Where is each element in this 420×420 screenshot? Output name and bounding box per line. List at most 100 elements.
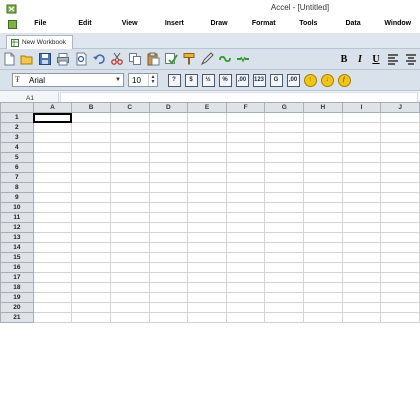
row-header-17[interactable]: 17 (0, 272, 34, 283)
cell-a3[interactable] (32, 132, 73, 143)
cell-h18[interactable] (303, 282, 343, 293)
cell-g7[interactable] (264, 172, 305, 183)
fraction-button[interactable]: ½ (200, 72, 216, 88)
cell-a5[interactable] (32, 152, 73, 163)
cell-b4[interactable] (71, 142, 111, 153)
cell-f12[interactable] (225, 222, 266, 233)
row-header-12[interactable]: 12 (0, 222, 34, 233)
row-header-11[interactable]: 11 (0, 212, 34, 223)
cell-h12[interactable] (303, 222, 343, 233)
cell-h9[interactable] (303, 192, 343, 203)
cell-a20[interactable] (32, 302, 73, 313)
cell-g21[interactable] (264, 312, 305, 323)
cell-f15[interactable] (225, 252, 266, 263)
row-header-5[interactable]: 5 (0, 152, 34, 163)
menu-view[interactable]: View (107, 20, 152, 27)
cell-g12[interactable] (264, 222, 305, 233)
general-button[interactable]: G (268, 72, 284, 88)
cell-d14[interactable] (148, 242, 189, 253)
cell-j3[interactable] (380, 132, 420, 143)
cell-i1[interactable] (341, 112, 382, 123)
cell-i15[interactable] (341, 252, 382, 263)
row-header-14[interactable]: 14 (0, 242, 34, 253)
cell-a17[interactable] (32, 272, 73, 283)
cell-c13[interactable] (109, 232, 150, 243)
menu-file[interactable]: File (18, 20, 63, 27)
align-left-button[interactable] (384, 51, 401, 67)
cell-b14[interactable] (71, 242, 111, 253)
cell-i8[interactable] (341, 182, 382, 193)
cell-j16[interactable] (380, 262, 420, 273)
cell-a6[interactable] (32, 162, 73, 173)
cut-button[interactable] (108, 51, 125, 67)
cell-j14[interactable] (380, 242, 420, 253)
cell-f21[interactable] (225, 312, 266, 323)
cell-f17[interactable] (225, 272, 266, 283)
cell-d5[interactable] (148, 152, 189, 163)
column-header-a[interactable]: A (32, 102, 73, 113)
cell-d1[interactable] (148, 112, 189, 123)
cell-e2[interactable] (187, 122, 227, 133)
cell-a12[interactable] (32, 222, 73, 233)
menu-edit[interactable]: Edit (63, 20, 108, 27)
cell-i3[interactable] (341, 132, 382, 143)
cell-h1[interactable] (303, 112, 343, 123)
font-name-select[interactable]: Ŧ Arial ▼ (12, 73, 124, 87)
cell-e19[interactable] (187, 292, 227, 303)
cell-g16[interactable] (264, 262, 305, 273)
cell-i10[interactable] (341, 202, 382, 213)
row-header-15[interactable]: 15 (0, 252, 34, 263)
cell-f20[interactable] (225, 302, 266, 313)
cell-c9[interactable] (109, 192, 150, 203)
cell-h13[interactable] (303, 232, 343, 243)
currency-button[interactable]: $ (183, 72, 199, 88)
cell-h21[interactable] (303, 312, 343, 323)
cell-f6[interactable] (225, 162, 266, 173)
underline-button[interactable]: U (368, 51, 384, 67)
function-button[interactable]: ƒ (336, 72, 352, 88)
cell-c7[interactable] (109, 172, 150, 183)
sort-ascending-button[interactable]: ↑ (302, 72, 318, 88)
cell-f5[interactable] (225, 152, 266, 163)
cell-f19[interactable] (225, 292, 266, 303)
cell-b7[interactable] (71, 172, 111, 183)
cell-d15[interactable] (148, 252, 189, 263)
cell-i7[interactable] (341, 172, 382, 183)
cell-e16[interactable] (187, 262, 227, 273)
cell-j21[interactable] (380, 312, 420, 323)
cell-b13[interactable] (71, 232, 111, 243)
cell-a11[interactable] (32, 212, 73, 223)
cell-d9[interactable] (148, 192, 189, 203)
cell-e4[interactable] (187, 142, 227, 153)
cell-a4[interactable] (32, 142, 73, 153)
menu-window[interactable]: Window (375, 20, 420, 27)
cell-b20[interactable] (71, 302, 111, 313)
cell-c12[interactable] (109, 222, 150, 233)
cell-d12[interactable] (148, 222, 189, 233)
cell-i17[interactable] (341, 272, 382, 283)
column-header-e[interactable]: E (187, 102, 227, 113)
column-header-g[interactable]: G (264, 102, 305, 113)
cell-g4[interactable] (264, 142, 305, 153)
cell-d10[interactable] (148, 202, 189, 213)
link-break-button[interactable] (234, 51, 251, 67)
cell-i6[interactable] (341, 162, 382, 173)
cell-c2[interactable] (109, 122, 150, 133)
spin-arrows-icon[interactable]: ▲ ▼ (148, 74, 157, 86)
cell-j10[interactable] (380, 202, 420, 213)
print-preview-button[interactable] (72, 51, 89, 67)
cell-e11[interactable] (187, 212, 227, 223)
cell-h14[interactable] (303, 242, 343, 253)
cell-i2[interactable] (341, 122, 382, 133)
cell-b10[interactable] (71, 202, 111, 213)
column-header-i[interactable]: I (341, 102, 382, 113)
cell-a21[interactable] (32, 312, 73, 323)
cell-g15[interactable] (264, 252, 305, 263)
cell-j17[interactable] (380, 272, 420, 283)
cell-e9[interactable] (187, 192, 227, 203)
cell-j4[interactable] (380, 142, 420, 153)
cell-f10[interactable] (225, 202, 266, 213)
menu-draw[interactable]: Draw (197, 20, 242, 27)
cell-a19[interactable] (32, 292, 73, 303)
cell-a10[interactable] (32, 202, 73, 213)
